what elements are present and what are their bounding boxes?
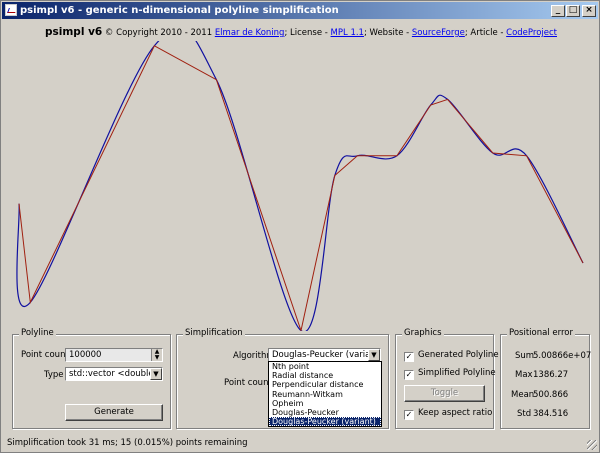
type-value: std::vector <double> [69,369,161,379]
website-link[interactable]: SourceForge [412,28,465,38]
algorithm-option[interactable]: Douglas-Peucker (variant) [269,417,381,427]
license-link[interactable]: MPL 1.1 [331,28,364,38]
checkmark-icon[interactable]: ✓ [404,370,414,380]
generated-polyline [16,41,584,331]
positional-error-group-title: Positional error [507,328,575,338]
license-label: ; License - [284,28,331,38]
generated-polyline-checkbox[interactable]: ✓ Generated Polyline [404,350,499,362]
author-link[interactable]: Elmar de Koning [215,28,285,38]
algorithm-option[interactable]: Radial distance [269,371,381,380]
mean-label: Mean [511,390,535,400]
max-value: 1386.27 [533,370,569,380]
sum-value: 5.00866e+07 [533,351,592,361]
simplification-point-count-label: Point count [224,378,272,388]
resize-grip-icon[interactable] [587,440,597,450]
header-credits: psimpl v6 © Copyright 2010 - 2011 Elmar … [1,26,600,38]
chevron-down-icon[interactable]: ▼ [368,349,380,361]
point-count-spinbox[interactable]: 100000 ▲ ▼ [65,348,163,362]
generated-polyline-label: Generated Polyline [418,350,499,360]
website-label: ; Website - [363,28,412,38]
point-count-value: 100000 [69,350,102,360]
minimize-button[interactable]: _ [551,5,565,17]
close-button[interactable]: × [582,5,596,17]
type-combobox[interactable]: std::vector <double> ▼ [65,367,163,381]
polyline-plot [16,41,584,331]
toggle-button[interactable]: Toggle [404,385,485,402]
positional-error-group: Positional error Sum 5.00866e+07 Max 138… [500,328,592,429]
algorithm-option[interactable]: Nth point [269,362,381,371]
simplified-polyline [18,45,584,331]
article-link[interactable]: CodeProject [506,28,557,38]
chevron-down-icon[interactable]: ▼ [150,368,162,380]
polyline-group: Polyline Point count 100000 ▲ ▼ Type std:… [12,328,171,429]
simplified-polyline-checkbox[interactable]: ✓ Simplified Polyline [404,368,496,380]
algorithm-option[interactable]: Reumann-Witkam [269,390,381,399]
keep-aspect-ratio-label: Keep aspect ratio [418,408,493,418]
point-count-label: Point count [21,350,69,360]
simplification-group-title: Simplification [183,328,245,338]
main-window: psimpl v6 - generic n-dimensional polyli… [0,0,600,453]
simplified-polyline-label: Simplified Polyline [418,368,496,378]
maximize-button[interactable]: □ [566,5,580,17]
type-label: Type [44,370,64,380]
keep-aspect-ratio-checkbox[interactable]: ✓ Keep aspect ratio [404,408,492,420]
algorithm-combobox[interactable]: Douglas-Peucker (variant) ▼ [268,348,381,362]
algorithm-option[interactable]: Opheim [269,399,381,408]
graphics-group: Graphics ✓ Generated Polyline ✓ Simplified… [395,328,499,429]
checkmark-icon[interactable]: ✓ [404,352,414,362]
max-label: Max [515,370,533,380]
checkmark-icon[interactable]: ✓ [404,410,414,420]
algorithm-value: Douglas-Peucker (variant) [272,350,381,360]
generate-button[interactable]: Generate [65,404,163,421]
std-label: Std [517,409,532,419]
article-label: ; Article - [464,28,507,38]
graphics-group-title: Graphics [402,328,444,338]
spin-arrows-icon[interactable]: ▲ ▼ [151,349,162,361]
algorithm-option[interactable]: Perpendicular distance [269,380,381,389]
std-value: 384.516 [533,409,569,419]
mean-value: 500.866 [533,390,569,400]
sum-label: Sum [515,351,535,361]
polyline-group-title: Polyline [19,328,56,338]
window-title: psimpl v6 - generic n-dimensional polyli… [20,5,339,16]
copyright-text: © Copyright 2010 - 2011 [102,28,215,38]
status-bar-text: Simplification took 31 ms; 15 (0.015%) p… [7,438,248,448]
title-bar[interactable]: psimpl v6 - generic n-dimensional polyli… [2,2,598,19]
algorithm-option[interactable]: Douglas-Peucker [269,408,381,417]
app-icon [5,4,17,16]
algorithm-dropdown-list[interactable]: Nth point Radial distance Perpendicular di… [268,361,382,428]
app-name: psimpl v6 [45,26,103,38]
